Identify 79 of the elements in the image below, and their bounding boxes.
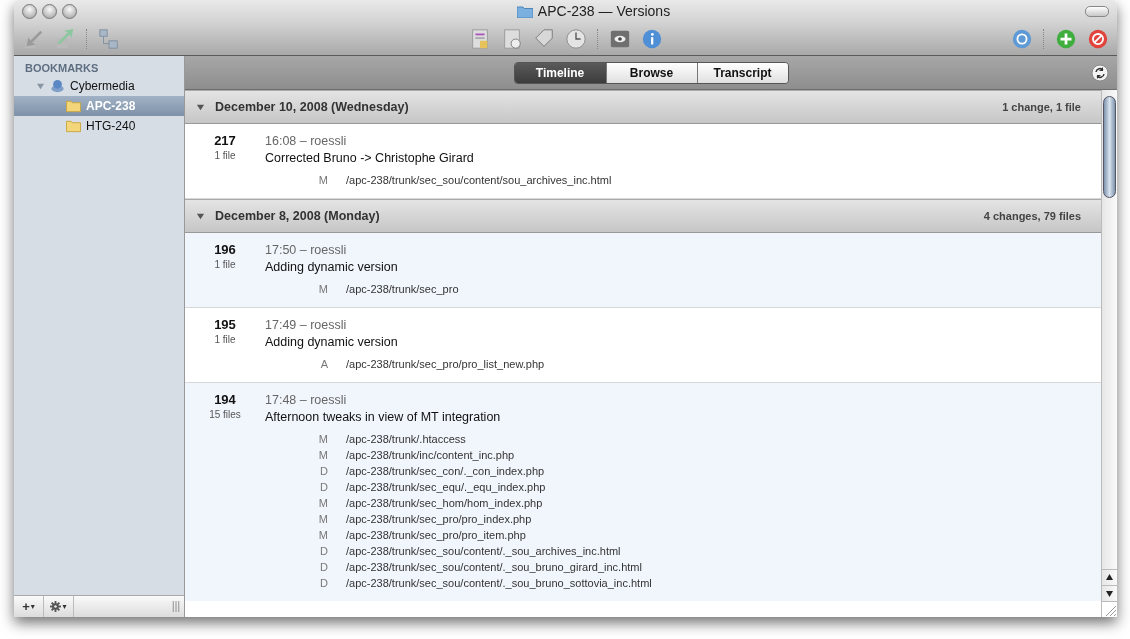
file-path: /apc-238/trunk/sec_hom/hom_index.php (346, 497, 543, 509)
file-count: 15 files (209, 409, 241, 420)
commit-message: Corrected Bruno -> Christophe Girard (265, 150, 475, 167)
stop-icon[interactable] (1087, 27, 1109, 50)
file-path: /apc-238/trunk/sec_pro/pro_index.php (346, 513, 532, 525)
folder-icon (66, 119, 81, 133)
day-header[interactable]: December 8, 2008 (Monday) 4 changes, 79 files (185, 199, 1101, 233)
zoom-button[interactable] (62, 3, 77, 19)
resize-grip-icon[interactable] (172, 601, 180, 612)
file-path: /apc-238/trunk/sec_sou/content/sou_archives_inc.html (346, 174, 612, 186)
file-path: /apc-238/trunk/.htaccess (346, 433, 466, 445)
file-path: /apc-238/trunk/sec_sou/content/._sou_archives_inc.html (346, 545, 621, 557)
file-path: /apc-238/trunk/sec_con/._con_index.php (346, 465, 545, 477)
commit-time-author: 17:50 – roessli (265, 242, 348, 259)
commit-time-author: 17:48 – roessli (265, 392, 348, 409)
refresh-icon[interactable] (1091, 64, 1109, 82)
sidebar-heading: BOOKMARKS (24, 62, 100, 76)
file-path: /apc-238/trunk/sec_sou/content/._sou_bruno_girard_inc.html (346, 561, 642, 573)
day-date: December 10, 2008 (Wednesday) (215, 100, 410, 114)
commit-message: Adding dynamic version (265, 259, 399, 276)
file-path: /apc-238/trunk/sec_sou/content/._sou_bruno_sottovia_inc.html (346, 577, 652, 589)
folder-icon (66, 99, 81, 113)
close-button[interactable] (22, 3, 37, 19)
minimize-button[interactable] (42, 3, 57, 19)
file-status: M (317, 513, 329, 525)
file-status: M (317, 174, 329, 186)
file-status: M (317, 449, 329, 461)
revision-number: 217 (214, 133, 236, 148)
add-icon[interactable] (1055, 27, 1077, 50)
file-status: D (319, 465, 329, 477)
info-icon[interactable] (640, 27, 663, 50)
commit-time-author: 16:08 – roessli (265, 133, 348, 150)
sidebar-item[interactable]: Cybermedia (14, 76, 184, 96)
file-status: D (319, 577, 329, 589)
disclosure-triangle-icon[interactable] (196, 102, 205, 112)
revision-number: 196 (214, 242, 236, 257)
disclosure-triangle-icon[interactable] (196, 211, 205, 221)
file-status: D (319, 481, 329, 493)
file-status: M (317, 529, 329, 541)
file-path: /apc-238/trunk/sec_pro/pro_item.php (346, 529, 526, 541)
window-title: APC-238 — Versions (537, 3, 671, 19)
commit-message: Adding dynamic version (265, 334, 399, 351)
branch-icon[interactable] (98, 27, 120, 50)
refresh-circle-icon[interactable] (1011, 27, 1033, 50)
day-header[interactable]: December 10, 2008 (Wednesday) 1 change, 1 file (185, 90, 1101, 124)
file-status: D (319, 561, 329, 573)
file-status: M (317, 283, 329, 295)
clock-icon[interactable] (564, 27, 587, 50)
toolbar-toggle-button[interactable] (1085, 5, 1109, 17)
file-status: M (317, 433, 329, 445)
view-tab[interactable]: Timeline (514, 62, 606, 83)
file-path: /apc-238/trunk/sec_pro (346, 283, 459, 295)
disclosure-triangle-icon[interactable] (36, 81, 45, 91)
sidebar-item[interactable]: HTG-240 (14, 116, 184, 136)
day-date: December 8, 2008 (Monday) (215, 209, 381, 223)
commit-time-author: 17:49 – roessli (265, 317, 348, 334)
action-menu-button[interactable]: ▾ (44, 596, 74, 617)
file-count: 1 file (214, 150, 236, 161)
file-status: D (319, 545, 329, 557)
commit-message: Afternoon tweaks in view of MT integration (265, 409, 502, 426)
file-path: /apc-238/trunk/inc/content_inc.php (346, 449, 515, 461)
scrollbar-thumb[interactable] (1103, 96, 1116, 198)
server-icon (50, 79, 65, 93)
view-tab[interactable]: Browse (605, 62, 697, 83)
revision-number: 194 (214, 392, 236, 407)
folder-icon (516, 4, 533, 18)
file-count: 1 file (214, 334, 236, 345)
add-menu-button[interactable]: +▾ (14, 596, 44, 617)
file-status: M (317, 497, 329, 509)
day-summary: 4 changes, 79 files (983, 210, 1081, 222)
file-path: /apc-238/trunk/sec_pro/pro_list_new.php (346, 358, 545, 370)
file-count: 1 file (214, 259, 236, 270)
tag-icon[interactable] (532, 27, 555, 50)
file-path: /apc-238/trunk/sec_equ/._equ_index.php (346, 481, 546, 493)
view-tab[interactable]: Transcript (696, 62, 788, 83)
gear-icon (50, 601, 62, 612)
revision-number: 195 (214, 317, 236, 332)
day-summary: 1 change, 1 file (1002, 101, 1081, 113)
file-status: A (319, 358, 329, 370)
